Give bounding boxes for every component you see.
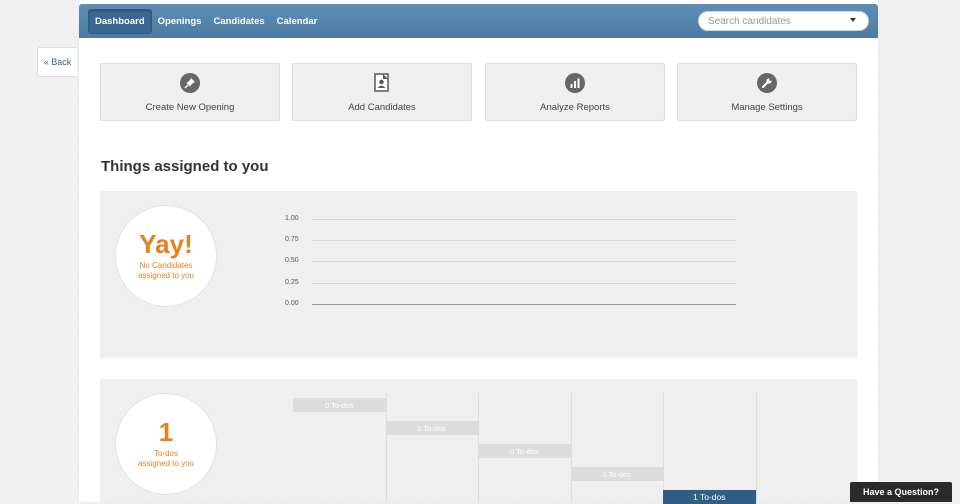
- help-label: Have a Question?: [862, 487, 940, 497]
- candidates-summary-line2: assigned to you: [137, 271, 195, 280]
- candidates-panel: Yay! No Candidates assigned to you 1.00 0…: [100, 191, 857, 358]
- todo-column-divider: [755, 393, 757, 502]
- add-candidates-button[interactable]: Add Candidates: [292, 63, 472, 121]
- y-tick-label: 0.75: [285, 236, 299, 244]
- add-candidate-document-icon: [372, 73, 392, 93]
- todo-column-divider: [385, 393, 387, 502]
- todos-summary-count: 1: [158, 417, 174, 447]
- todo-bar[interactable]: 0 To-dos: [570, 467, 663, 481]
- bar-chart-icon: [565, 73, 585, 93]
- chevron-down-icon[interactable]: [850, 18, 856, 22]
- have-a-question-button[interactable]: Have a Question?: [850, 482, 952, 502]
- gridline: [312, 282, 736, 284]
- action-label: Analyze Reports: [540, 102, 610, 113]
- top-nav: Dashboard Openings Candidates Calendar S…: [79, 4, 878, 38]
- todo-bar[interactable]: 0 To-dos: [478, 444, 571, 458]
- nav-candidates[interactable]: Candidates: [207, 10, 270, 33]
- search-placeholder: Search candidates: [708, 15, 791, 27]
- quick-actions: Create New Opening Add Candidates Analyz…: [100, 63, 857, 121]
- main-content: Dashboard Openings Candidates Calendar S…: [79, 0, 878, 504]
- todos-summary-line2: assigned to you: [137, 459, 195, 468]
- todo-column-divider: [570, 393, 572, 502]
- analyze-reports-button[interactable]: Analyze Reports: [485, 63, 665, 121]
- y-tick-label: 0.50: [285, 257, 299, 265]
- todos-panel: 1 To-dos assigned to you 0 To-dos 0 To-do…: [100, 379, 857, 504]
- section-title: Things assigned to you: [101, 158, 269, 175]
- todos-summary-line1: To-dos: [153, 449, 178, 458]
- gridline: [312, 240, 736, 242]
- nav-openings[interactable]: Openings: [152, 10, 208, 33]
- y-tick-label: 0.25: [285, 278, 299, 286]
- y-tick-label: 1.00: [285, 215, 299, 222]
- todo-bar[interactable]: 0 To-dos: [385, 421, 478, 435]
- back-label: « Back: [43, 57, 72, 67]
- action-label: Manage Settings: [731, 102, 803, 113]
- gridline: [312, 303, 736, 305]
- todos-summary: 1 To-dos assigned to you: [115, 393, 217, 495]
- candidates-summary-line1: No Candidates: [139, 261, 193, 270]
- action-label: Create New Opening: [145, 102, 235, 113]
- create-new-opening-button[interactable]: Create New Opening: [100, 63, 280, 121]
- search-input[interactable]: Search candidates: [698, 11, 869, 31]
- pin-icon: [180, 73, 200, 93]
- nav-calendar[interactable]: Calendar: [271, 10, 324, 33]
- y-tick-label: 0.00: [285, 299, 299, 307]
- candidates-summary: Yay! No Candidates assigned to you: [115, 205, 217, 307]
- nav-dashboard[interactable]: Dashboard: [88, 8, 152, 34]
- manage-settings-button[interactable]: Manage Settings: [677, 63, 857, 121]
- todo-column-divider: [663, 393, 664, 502]
- action-label: Add Candidates: [348, 102, 416, 113]
- gridline: [312, 261, 736, 263]
- gridline: [312, 219, 736, 220]
- candidates-summary-headline: Yay!: [139, 229, 193, 259]
- back-button[interactable]: « Back: [37, 47, 77, 77]
- todo-bar[interactable]: 0 To-dos: [293, 398, 386, 412]
- wrench-icon: [757, 73, 777, 93]
